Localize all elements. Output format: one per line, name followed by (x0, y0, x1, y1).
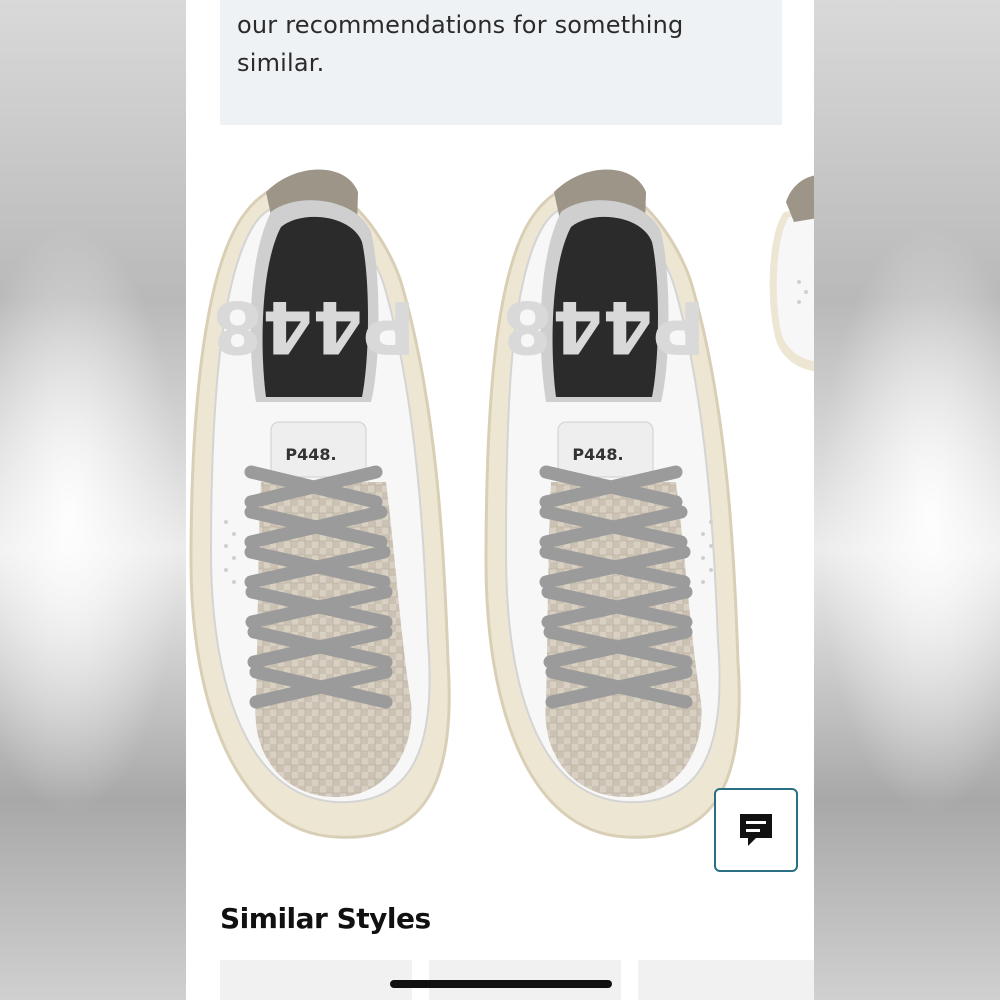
left-sneaker: P448 P448. (189, 169, 451, 839)
insole-text-left: P448 (212, 285, 415, 369)
next-product-image-peek[interactable] (764, 172, 814, 372)
right-sneaker: P448 P448. (484, 169, 741, 839)
similar-styles-heading: Similar Styles (220, 902, 431, 935)
product-image-carousel[interactable]: P448 P448. P448 P448. (186, 142, 814, 862)
home-indicator[interactable] (390, 980, 612, 988)
similar-style-card[interactable] (638, 960, 814, 1000)
tongue-label-left: P448. (285, 445, 336, 464)
insole-text-right: P448 (502, 285, 705, 369)
similar-style-card[interactable] (220, 960, 412, 1000)
product-image-sneakers[interactable]: P448 P448. P448 P448. (186, 142, 750, 842)
phone-screen: our recommendations for something simila… (186, 0, 814, 1000)
recommendation-notice: our recommendations for something simila… (220, 0, 782, 125)
notice-line-2: similar. (237, 49, 325, 77)
chat-button[interactable] (714, 788, 798, 872)
notice-line-1: our recommendations for something (237, 11, 684, 39)
tongue-label-right: P448. (572, 445, 623, 464)
chat-bubble-icon (740, 814, 772, 846)
